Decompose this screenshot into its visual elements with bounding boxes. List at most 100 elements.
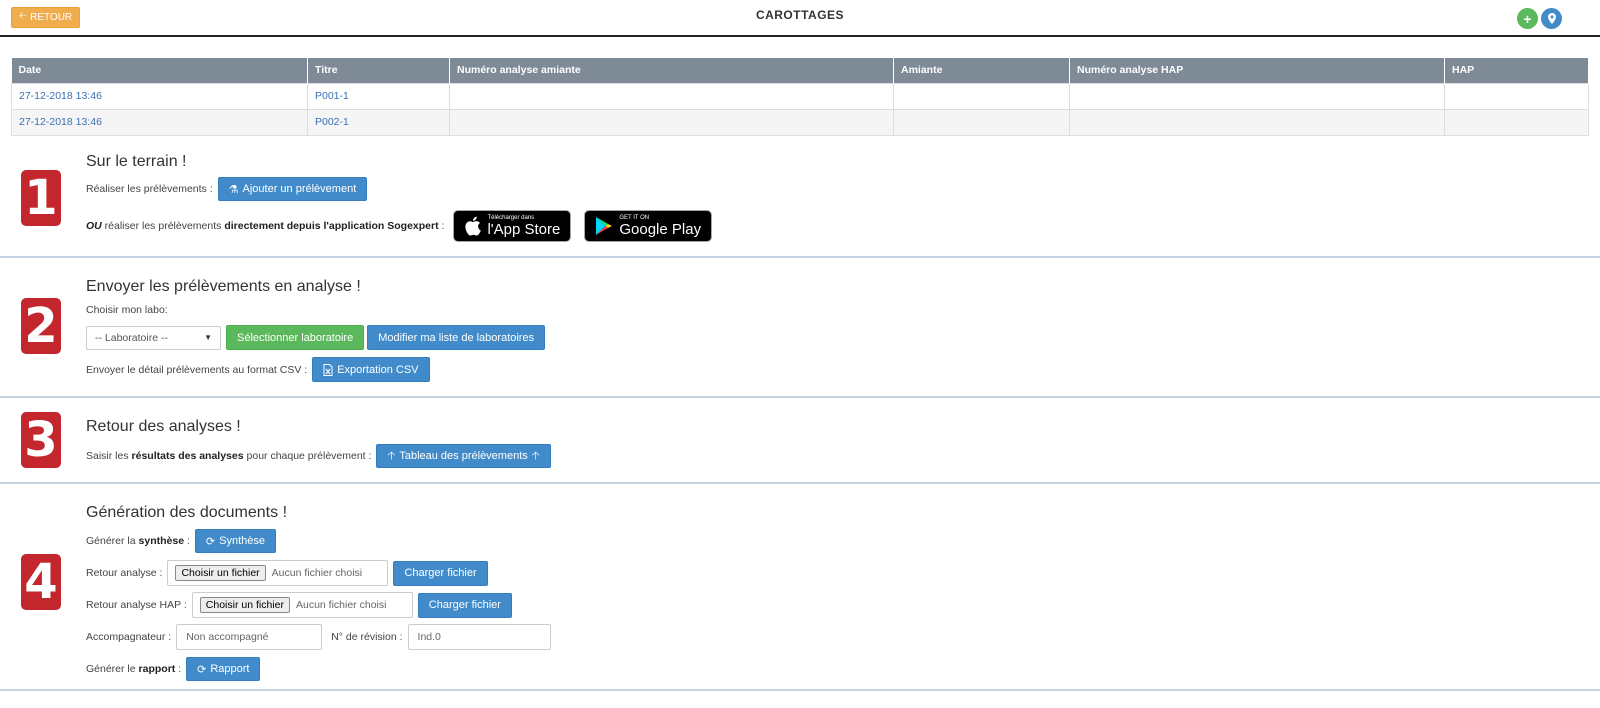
samples-table-button-label: Tableau des prélèvements bbox=[399, 450, 528, 462]
choose-lab-label-row: Choisir mon labo: bbox=[86, 304, 168, 316]
step-number-4: 4 bbox=[21, 554, 61, 610]
upload-hap-file-button[interactable]: Charger fichier bbox=[417, 592, 512, 618]
cell-titre[interactable]: P002-1 bbox=[307, 108, 450, 136]
app-store-badge[interactable]: Télécharger dans l'App Store bbox=[453, 210, 572, 242]
analysis-results-end: pour chaque prélèvement : bbox=[243, 450, 372, 462]
step-2-section: 2 Envoyer les prélèvements en analyse ! … bbox=[0, 258, 1600, 398]
cell-hap bbox=[1444, 82, 1589, 110]
step-4-section: 4 Génération des documents ! Générer la … bbox=[0, 484, 1600, 691]
add-sample-button-label: Ajouter un prélèvement bbox=[242, 183, 357, 195]
rapport-label-start: Générer le bbox=[86, 663, 139, 675]
excel-file-icon bbox=[323, 363, 333, 376]
google-play-icon bbox=[596, 217, 613, 235]
synthesis-label-bold: synthèse bbox=[138, 535, 185, 547]
top-bar: 🡠 RETOUR CAROTTAGES + bbox=[0, 0, 1600, 37]
csv-export-button-label: Exportation CSV bbox=[337, 363, 419, 376]
retour-analyse-hap-label: Retour analyse HAP : bbox=[86, 599, 187, 611]
column-header-titre[interactable]: Titre bbox=[307, 58, 450, 83]
select-lab-button[interactable]: Sélectionner laboratoire bbox=[226, 325, 365, 350]
caret-down-icon: ▼ bbox=[204, 333, 212, 342]
analysis-results-bold: résultats des analyses bbox=[131, 450, 244, 462]
revision-input[interactable]: Ind.0 bbox=[407, 624, 551, 650]
synthesis-button-label: Synthèse bbox=[219, 535, 265, 547]
step-number-3: 3 bbox=[21, 412, 61, 468]
rapport-button[interactable]: ⟳ Rapport bbox=[186, 657, 261, 681]
cell-hap bbox=[1444, 108, 1589, 136]
refresh-icon: ⟳ bbox=[205, 535, 216, 548]
choose-lab-label: Choisir mon labo: bbox=[86, 304, 168, 316]
app-download-bold: directement depuis l'application Sogexpe… bbox=[224, 220, 439, 232]
flask-icon: ⚗ bbox=[228, 183, 239, 196]
step-1-section: 1 Sur le terrain ! Réaliser les prélèvem… bbox=[0, 140, 1600, 258]
revision-label: N° de révision : bbox=[331, 631, 403, 643]
analysis-results-start: Saisir les bbox=[86, 450, 132, 462]
cell-date[interactable]: 27-12-2018 13:46 bbox=[11, 108, 308, 136]
synthesis-button[interactable]: ⟳ Synthèse bbox=[194, 529, 276, 553]
table-row[interactable]: 27-12-2018 13:46 P001-1 bbox=[11, 82, 1589, 110]
synthesis-row: Générer la synthèse : ⟳ Synthèse bbox=[86, 529, 276, 553]
app-store-big: l'App Store bbox=[487, 220, 561, 238]
csv-export-row: Envoyer le détail prélèvements au format… bbox=[86, 357, 430, 382]
table-row[interactable]: 27-12-2018 13:46 P002-1 bbox=[11, 108, 1589, 136]
csv-export-label: Envoyer le détail prélèvements au format… bbox=[86, 363, 308, 376]
rapport-row: Générer le rapport : ⟳ Rapport bbox=[86, 657, 261, 681]
apple-icon bbox=[465, 216, 482, 236]
choose-file-button[interactable]: Choisir un fichier bbox=[199, 597, 290, 613]
analysis-results-row: Saisir les résultats des analyses pour c… bbox=[86, 444, 551, 468]
arrow-up-icon: 🡡 bbox=[387, 449, 396, 462]
cell-amiante bbox=[893, 108, 1070, 136]
column-header-hap[interactable]: HAP bbox=[1444, 58, 1589, 83]
accompagnateur-row: Accompagnateur : Non accompagné N° de ré… bbox=[86, 624, 551, 650]
step-3-title: Retour des analyses ! bbox=[86, 418, 241, 435]
column-header-numero-amiante[interactable]: Numéro analyse amiante bbox=[449, 58, 894, 83]
cell-amiante bbox=[893, 82, 1070, 110]
ou-label: OU bbox=[86, 220, 102, 232]
modify-lab-list-button[interactable]: Modifier ma liste de laboratoires bbox=[367, 325, 546, 350]
plus-icon: + bbox=[1523, 10, 1532, 27]
location-button[interactable] bbox=[1541, 8, 1562, 29]
app-download-end: : bbox=[438, 220, 445, 232]
step-4-title: Génération des documents ! bbox=[86, 504, 288, 521]
retour-analyse-row: Retour analyse : Choisir un fichier Aucu… bbox=[86, 560, 488, 586]
add-sample-button[interactable]: ⚗ Ajouter un prélèvement bbox=[217, 177, 368, 201]
carottages-table: Date Titre Numéro analyse amiante Amiant… bbox=[11, 58, 1589, 136]
column-header-amiante[interactable]: Amiante bbox=[893, 58, 1070, 83]
no-file-text: Aucun fichier choisi bbox=[271, 567, 363, 579]
step-1-title: Sur le terrain ! bbox=[86, 153, 187, 170]
retour-analyse-file-input[interactable]: Choisir un fichier Aucun fichier choisi bbox=[167, 560, 389, 586]
step-3-section: 3 Retour des analyses ! Saisir les résul… bbox=[0, 398, 1600, 484]
map-marker-icon bbox=[1547, 13, 1556, 24]
cell-titre[interactable]: P001-1 bbox=[307, 82, 450, 110]
choose-file-button[interactable]: Choisir un fichier bbox=[175, 565, 266, 581]
samples-table-button[interactable]: 🡡 Tableau des prélèvements 🡡 bbox=[376, 444, 551, 468]
cell-numero-amiante bbox=[449, 82, 894, 110]
analysis-results-text: Saisir les résultats des analyses pour c… bbox=[86, 450, 371, 462]
lab-select-row: -- Laboratoire -- ▼ Sélectionner laborat… bbox=[86, 325, 546, 350]
synthesis-label: Générer la synthèse : bbox=[86, 535, 190, 547]
google-play-badge[interactable]: GET IT ON Google Play bbox=[584, 210, 713, 242]
rapport-label: Générer le rapport : bbox=[86, 663, 181, 675]
step-2-title: Envoyer les prélèvements en analyse ! bbox=[86, 278, 361, 295]
synthesis-label-start: Générer la bbox=[86, 535, 139, 547]
revision-value: Ind.0 bbox=[417, 631, 441, 643]
upload-file-button[interactable]: Charger fichier bbox=[393, 560, 488, 586]
rapport-label-end: : bbox=[175, 663, 182, 675]
accompagnateur-placeholder: Non accompagné bbox=[186, 631, 269, 643]
synthesis-label-end: : bbox=[184, 535, 190, 547]
retour-analyse-hap-file-input[interactable]: Choisir un fichier Aucun fichier choisi bbox=[191, 592, 413, 618]
column-header-date[interactable]: Date bbox=[11, 58, 308, 83]
retour-analyse-hap-row: Retour analyse HAP : Choisir un fichier … bbox=[86, 592, 512, 618]
cell-numero-amiante bbox=[449, 108, 894, 136]
add-button[interactable]: + bbox=[1517, 8, 1538, 29]
csv-export-button[interactable]: Exportation CSV bbox=[312, 357, 430, 382]
table-header-row: Date Titre Numéro analyse amiante Amiant… bbox=[11, 58, 1589, 83]
cell-numero-hap bbox=[1069, 108, 1445, 136]
accompagnateur-label: Accompagnateur : bbox=[86, 631, 172, 643]
column-header-numero-hap[interactable]: Numéro analyse HAP bbox=[1069, 58, 1445, 83]
rapport-label-bold: rapport bbox=[138, 663, 176, 675]
cell-date[interactable]: 27-12-2018 13:46 bbox=[11, 82, 308, 110]
google-play-big: Google Play bbox=[619, 220, 702, 238]
no-file-text: Aucun fichier choisi bbox=[295, 599, 387, 611]
accompagnateur-input[interactable]: Non accompagné bbox=[176, 624, 323, 650]
lab-select[interactable]: -- Laboratoire -- ▼ bbox=[86, 325, 221, 350]
